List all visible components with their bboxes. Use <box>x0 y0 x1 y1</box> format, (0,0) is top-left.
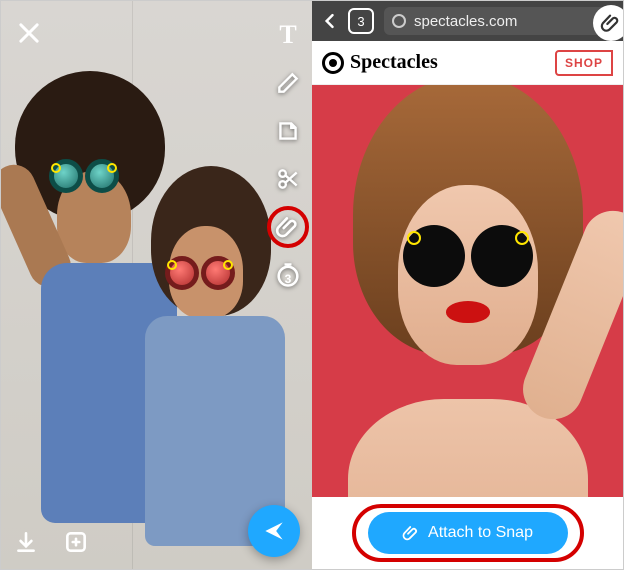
brand-name-text: Spectacles <box>350 51 438 74</box>
browser-url-bar: 3 spectacles.com <box>312 1 623 41</box>
site-identity-icon <box>392 14 406 28</box>
browser-panel: 3 spectacles.com Spectacles SHOP <box>312 1 623 569</box>
story-add-icon[interactable] <box>61 527 91 557</box>
browser-url-text: spectacles.com <box>414 13 517 30</box>
browser-tabs-button[interactable]: 3 <box>348 8 374 34</box>
snap-photo-content <box>1 1 312 569</box>
tabs-count-label: 3 <box>357 14 364 29</box>
snapchat-editor-panel: T 3 <box>1 1 312 569</box>
text-tool-icon[interactable]: T <box>274 21 302 49</box>
webpage-content: Spectacles SHOP <box>312 41 623 569</box>
editor-bottom-bar <box>11 527 91 557</box>
browser-address-field[interactable]: spectacles.com <box>384 7 615 35</box>
split-tutorial-view: T 3 <box>0 0 624 570</box>
spectacles-teal <box>49 159 119 193</box>
person-right <box>131 186 291 546</box>
model-spectacles <box>403 225 533 287</box>
attach-highlight-ring <box>352 504 584 562</box>
browser-back-button[interactable] <box>312 11 348 31</box>
timer-tool-icon[interactable]: 3 <box>274 261 302 289</box>
paperclip-highlight <box>267 206 309 248</box>
snapchat-attach-badge-icon[interactable] <box>593 5 624 41</box>
brand-logo[interactable]: Spectacles <box>322 51 438 74</box>
send-button[interactable] <box>248 505 300 557</box>
editor-toolbar: T 3 <box>274 21 302 289</box>
draw-tool-icon[interactable] <box>274 69 302 97</box>
sticker-tool-icon[interactable] <box>274 117 302 145</box>
close-button[interactable] <box>15 19 43 47</box>
attach-bar: Attach to Snap <box>312 497 623 569</box>
spectacles-red <box>165 256 235 290</box>
shop-button[interactable]: SHOP <box>555 50 613 76</box>
paperclip-attach-icon[interactable] <box>274 213 302 241</box>
spectacles-logo-icon <box>322 52 344 74</box>
scissors-tool-icon[interactable] <box>274 165 302 193</box>
site-header: Spectacles SHOP <box>312 41 623 85</box>
save-icon[interactable] <box>11 527 41 557</box>
